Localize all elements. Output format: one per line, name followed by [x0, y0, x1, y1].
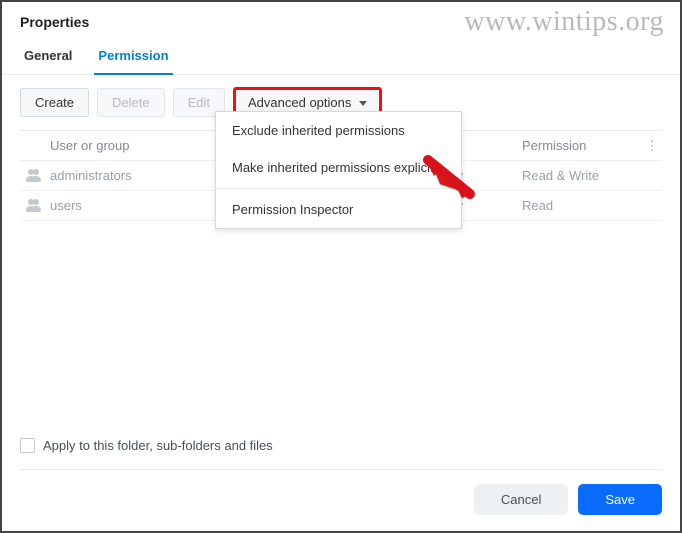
- more-columns-icon[interactable]: ⋮: [642, 138, 662, 154]
- group-icon: [26, 199, 40, 213]
- save-button[interactable]: Save: [578, 484, 662, 515]
- tab-bar: General Permission: [2, 38, 680, 75]
- cell-permission: Read: [522, 198, 642, 213]
- menu-permission-inspector[interactable]: Permission Inspector: [216, 191, 461, 228]
- window-title: Properties: [2, 2, 680, 38]
- cell-permission: Read & Write: [522, 168, 642, 183]
- group-icon: [26, 169, 40, 183]
- create-button[interactable]: Create: [20, 88, 89, 117]
- menu-exclude-inherited[interactable]: Exclude inherited permissions: [216, 112, 461, 149]
- chevron-down-icon: [359, 101, 367, 106]
- advanced-options-label: Advanced options: [248, 95, 351, 110]
- cancel-button[interactable]: Cancel: [474, 484, 568, 515]
- apply-recursively-row[interactable]: Apply to this folder, sub-folders and fi…: [20, 428, 662, 470]
- delete-button: Delete: [97, 88, 165, 117]
- col-header-permission: Permission: [522, 138, 642, 153]
- tab-general[interactable]: General: [20, 38, 76, 75]
- footer: Apply to this folder, sub-folders and fi…: [2, 428, 680, 531]
- apply-checkbox[interactable]: [20, 438, 35, 453]
- menu-separator: [216, 188, 461, 189]
- apply-label: Apply to this folder, sub-folders and fi…: [43, 438, 273, 453]
- advanced-options-menu: Exclude inherited permissions Make inher…: [215, 111, 462, 229]
- menu-make-explicit[interactable]: Make inherited permissions explicit: [216, 149, 461, 186]
- tab-permission[interactable]: Permission: [94, 38, 172, 75]
